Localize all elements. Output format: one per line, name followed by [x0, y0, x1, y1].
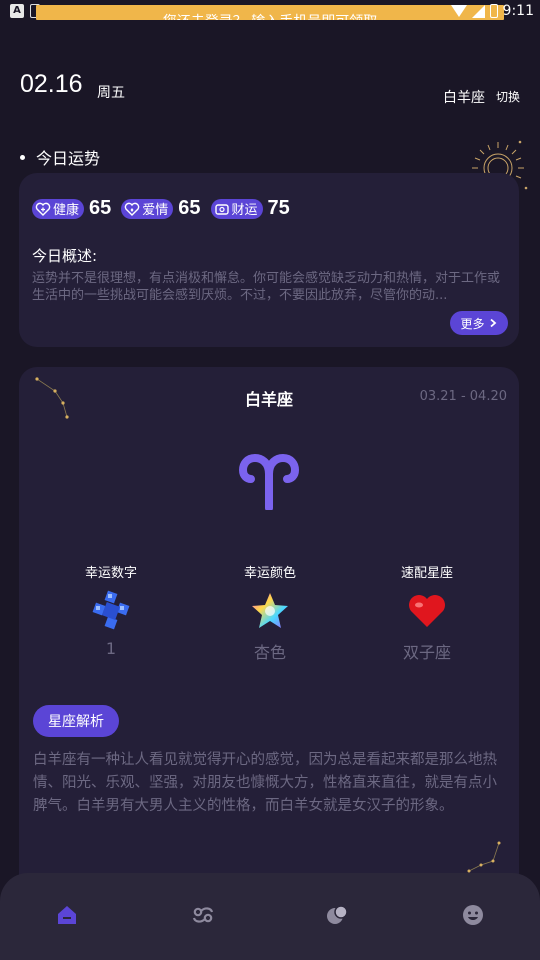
sign-analysis-text: 白羊座有一种让人看见就觉得开心的感觉，因为总是看起来都是那么地热情、阳光、乐观、…	[33, 752, 497, 814]
lucky-color: 幸运颜色 杏色	[210, 562, 330, 663]
health-label: 健康	[53, 203, 80, 218]
health-chip: 健康	[32, 198, 85, 219]
constellation-icon-2	[467, 841, 501, 873]
home-icon[interactable]	[55, 903, 79, 927]
fortune-card: 健康 65 爱情 65 财运 75 今日概述: 运势并不是很理想，有点消极和懈怠…	[19, 173, 519, 347]
love-score: 65	[178, 197, 201, 219]
lucky-number-label: 幸运数字	[84, 566, 137, 581]
bottom-navigation	[0, 873, 540, 960]
today-fortune-heading: 今日运势	[20, 145, 100, 169]
switch-sign-button[interactable]: 切换	[496, 88, 520, 105]
wealth-chip: 财运	[210, 198, 263, 219]
lucky-number-value: 1	[105, 639, 117, 658]
signal-icon	[471, 4, 485, 18]
health-heart-icon	[35, 202, 51, 216]
more-button[interactable]: 更多	[450, 311, 508, 335]
sign-card: 白羊座 03.21 - 04.20 幸运数字 1 幸运颜色 杏色 速配星座 双子…	[19, 367, 519, 927]
date-label: 02.16	[20, 70, 83, 98]
love-label: 爱情	[142, 203, 169, 218]
sign-analysis-button[interactable]: 星座解析	[33, 705, 119, 737]
smiley-icon[interactable]	[461, 903, 485, 927]
blue-gem-icon	[51, 589, 171, 633]
today-fortune-title: 今日运势	[36, 149, 101, 168]
cancer-zodiac-icon[interactable]	[191, 903, 215, 927]
battery-icon	[489, 4, 498, 18]
matching-sign-value: 双子座	[402, 643, 451, 662]
love-chip: 爱情	[121, 198, 174, 219]
more-button-label: 更多	[460, 316, 485, 331]
matching-sign: 速配星座 双子座	[367, 562, 487, 663]
overview-label: 今日概述:	[32, 247, 98, 265]
wealth-label: 财运	[231, 203, 258, 218]
wallet-icon	[214, 203, 229, 215]
login-banner[interactable]: 您还未登录？ 输入手机号即可领取	[36, 5, 504, 20]
chevron-right-icon	[489, 318, 496, 328]
planet-icon[interactable]	[325, 903, 349, 927]
current-sign-label: 白羊座	[443, 90, 485, 106]
overview-text: 运势并不是很理想，有点消极和懈怠。你可能会感觉缺乏动力和热情，对于工作或生活中的…	[32, 271, 501, 303]
rainbow-star-icon	[210, 589, 330, 633]
matching-sign-label: 速配星座	[400, 566, 453, 581]
status-time: 9:11	[502, 3, 534, 19]
aries-symbol-icon	[239, 454, 299, 510]
lucky-color-value: 杏色	[253, 643, 286, 662]
login-banner-text: 您还未登录？ 输入手机号即可领取	[36, 11, 504, 20]
app-a-icon: A	[10, 4, 24, 18]
score-row: 健康 65 爱情 65 财运 75	[32, 197, 300, 220]
lucky-color-label: 幸运颜色	[243, 566, 296, 581]
wealth-score: 75	[267, 197, 290, 219]
red-heart-icon	[367, 589, 487, 633]
bullet-dot	[20, 154, 25, 160]
health-score: 65	[89, 197, 112, 219]
weekday-label: 周五	[97, 85, 125, 101]
wifi-icon	[450, 5, 467, 17]
sign-date-range: 03.21 - 04.20	[419, 389, 507, 404]
status-bar: A 您还未登录？ 输入手机号即可领取 9:11	[0, 0, 540, 24]
love-heart-icon	[125, 202, 140, 216]
lucky-number: 幸运数字 1	[51, 562, 171, 658]
